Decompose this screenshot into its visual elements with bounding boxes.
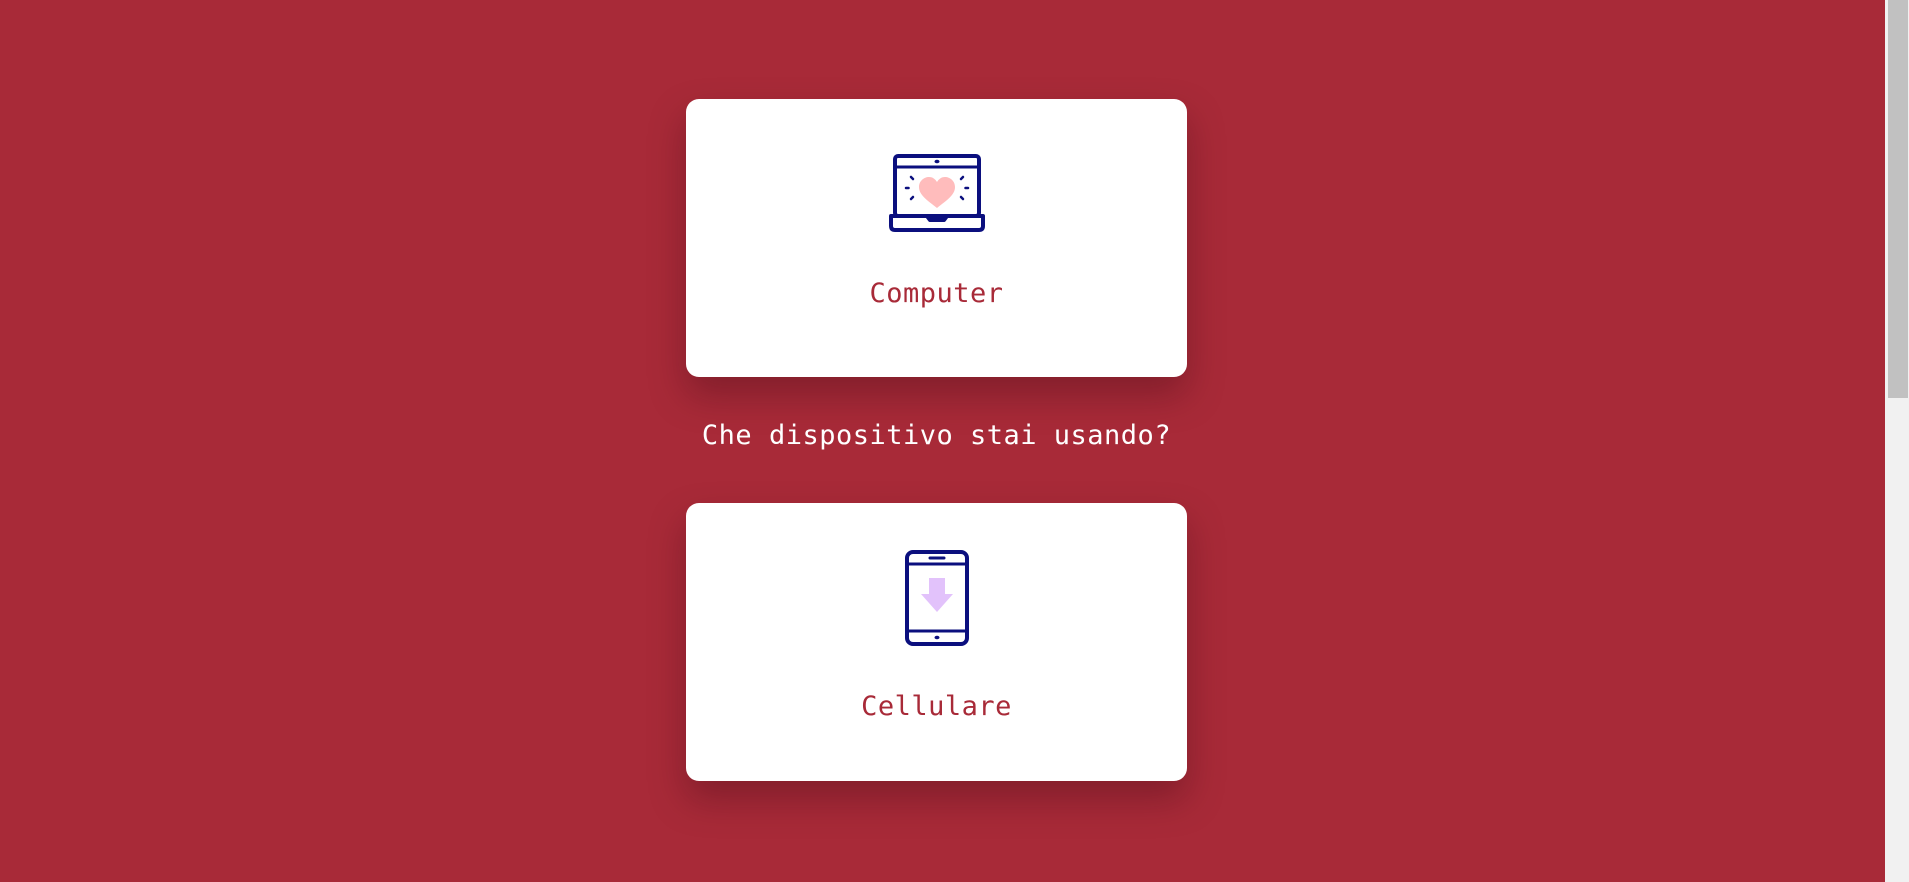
vertical-scrollbar[interactable] — [1885, 0, 1909, 882]
phone-option-card[interactable]: Cellulare — [686, 503, 1187, 781]
smartphone-download-icon — [904, 550, 969, 646]
laptop-heart-icon — [888, 154, 985, 232]
device-selection-page: Computer Che dispositivo stai usando? Ce… — [0, 0, 1885, 882]
computer-option-card[interactable]: Computer — [686, 99, 1187, 377]
phone-option-label: Cellulare — [861, 691, 1012, 722]
device-question: Che dispositivo stai usando? — [701, 420, 1172, 451]
scrollbar-thumb[interactable] — [1888, 0, 1908, 398]
computer-option-label: Computer — [869, 278, 1004, 309]
